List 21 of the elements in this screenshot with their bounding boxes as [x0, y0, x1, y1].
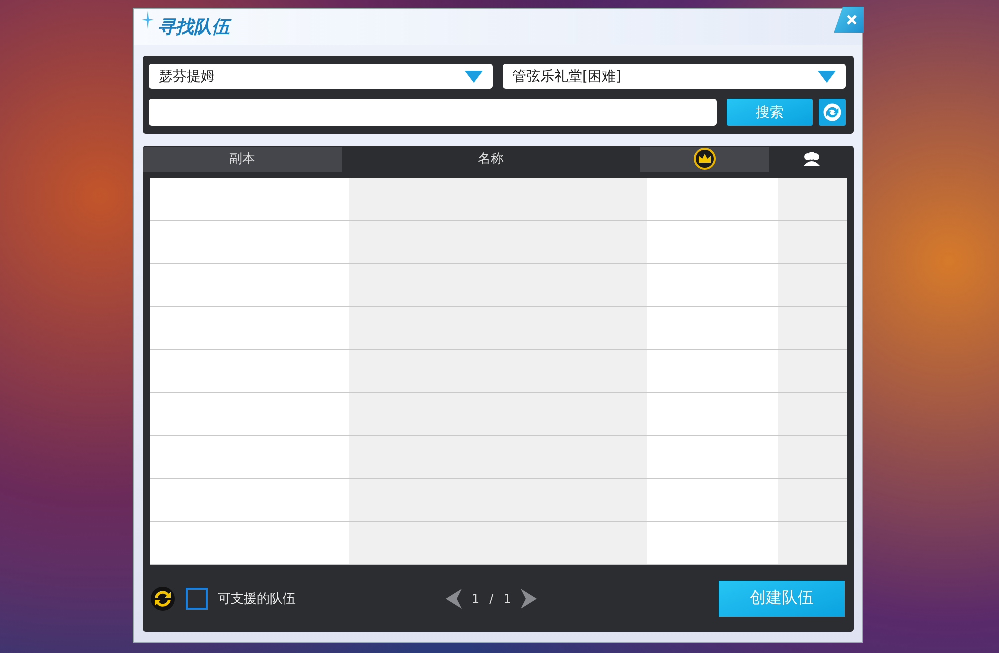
next-page-arrow-icon[interactable] — [521, 588, 538, 608]
refresh-button[interactable] — [819, 99, 846, 126]
sparkle-icon — [142, 11, 154, 29]
close-button[interactable] — [834, 7, 864, 33]
caret-icon — [818, 70, 836, 82]
close-icon — [846, 14, 858, 26]
page-separator: / — [490, 592, 494, 606]
crown-icon[interactable] — [694, 148, 716, 170]
previous-page-arrow-icon[interactable] — [446, 588, 462, 608]
checkbox-label: 可支援的队伍 — [218, 590, 296, 608]
caret-icon — [464, 70, 482, 82]
search-field[interactable] — [149, 99, 717, 126]
current-page: 1 — [472, 592, 480, 606]
dungeon-dropdown[interactable]: 管弦乐礼堂[困难] — [502, 64, 846, 89]
column-header[interactable]: 名称 — [342, 146, 640, 172]
cycle-arrows-icon[interactable] — [150, 586, 176, 612]
total-pages: 1 — [504, 592, 512, 606]
window-title: 寻找队伍 — [158, 16, 230, 39]
region-dropdown[interactable]: 瑟芬提姆 — [149, 64, 492, 89]
support-checkbox[interactable] — [186, 588, 208, 610]
column-header[interactable]: 副本 — [143, 146, 342, 172]
